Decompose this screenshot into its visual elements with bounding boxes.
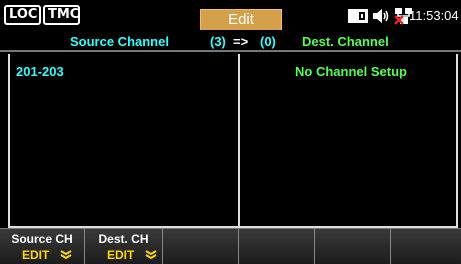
card-icon xyxy=(348,9,368,23)
softkey-bar: Source CH EDIT Dest. CH EDIT xyxy=(0,228,461,264)
softkey-title: Dest. CH xyxy=(98,232,149,246)
status-bar: LOC TMC Edit 11:53:04 xyxy=(0,0,461,30)
chevron-down-icon xyxy=(145,250,157,260)
chevron-down-icon xyxy=(60,250,72,260)
arrow-label: => xyxy=(233,34,249,49)
softkey-source-ch[interactable]: Source CH EDIT xyxy=(0,228,84,264)
softkey-title: Source CH xyxy=(11,232,73,246)
clock: 11:53:04 xyxy=(409,8,459,23)
source-channel-item[interactable]: 201-203 xyxy=(16,64,64,79)
channel-header: Source Channel (3) => (0) Dest. Channel xyxy=(0,30,461,52)
softkey-value: EDIT xyxy=(107,248,135,262)
source-channel-label: Source Channel xyxy=(70,34,169,49)
loc-badge: LOC xyxy=(4,5,41,25)
dest-channel-label: Dest. Channel xyxy=(302,34,389,49)
source-channel-panel[interactable]: 201-203 xyxy=(8,54,240,228)
dest-channel-panel[interactable]: No Channel Setup xyxy=(238,54,458,228)
mode-tab-edit[interactable]: Edit xyxy=(200,9,282,30)
softkey-dest-ch[interactable]: Dest. CH EDIT xyxy=(84,228,162,264)
status-icons xyxy=(348,7,414,25)
dest-count: (0) xyxy=(260,34,276,49)
source-count: (3) xyxy=(210,34,226,49)
speaker-icon xyxy=(373,9,389,23)
softkey-value: EDIT xyxy=(22,248,50,262)
softkey-4[interactable] xyxy=(238,228,314,264)
softkey-3[interactable] xyxy=(162,228,238,264)
tmc-badge: TMC xyxy=(43,5,80,25)
softkey-5[interactable] xyxy=(314,228,390,264)
softkey-6[interactable] xyxy=(390,228,461,264)
dest-empty-message: No Channel Setup xyxy=(295,64,407,79)
